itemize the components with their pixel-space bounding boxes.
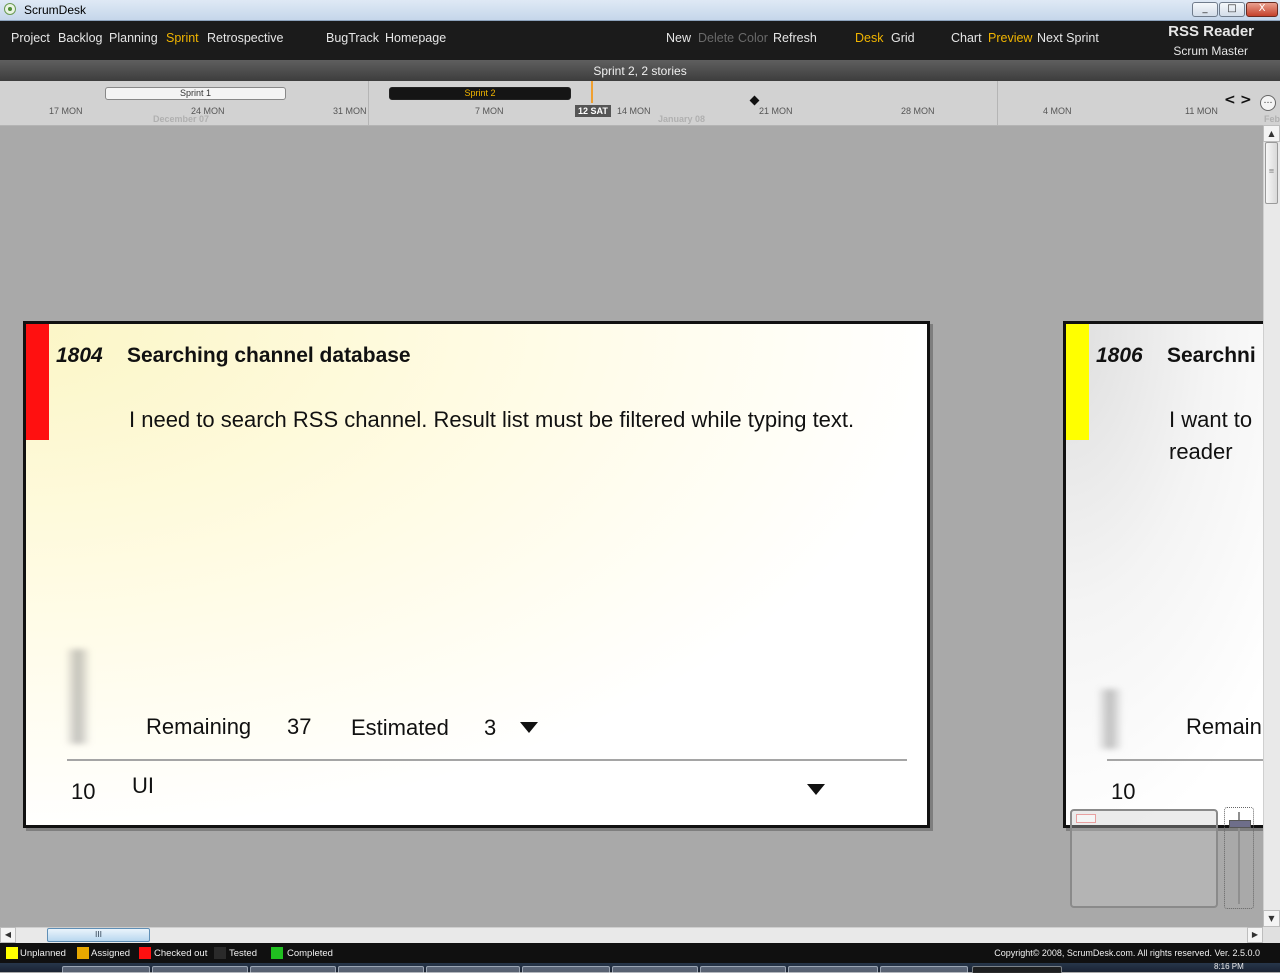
preview-button[interactable]: Preview [988,31,1032,45]
legend-checked-out-swatch [139,947,151,959]
story-title[interactable]: Searchni [1167,344,1256,368]
story-id: 1806 [1096,344,1143,367]
remaining-label: Remain [1186,714,1262,739]
owner-avatar-blurred [66,649,90,744]
sprint-timeline: Sprint 1 Sprint 2 17 MON 24 MON 31 MON 7… [0,81,1280,126]
timeline-month: Feb [1264,114,1280,124]
estimated-label: Estimated [351,715,449,740]
timeline-date: 4 MON [1043,106,1072,116]
legend-unplanned-swatch [6,947,18,959]
timeline-month-separator [368,81,369,125]
minimap-viewport[interactable] [1076,814,1096,823]
maximize-button[interactable]: □ [1219,2,1245,17]
sprint-1-bar[interactable]: Sprint 1 [105,87,286,100]
copyright-text: Copyright© 2008, ScrumDesk.com. All righ… [994,948,1260,958]
timeline-next-button[interactable]: > [1240,92,1252,108]
delete-button[interactable]: Delete [698,31,734,45]
timeline-month: January 08 [658,114,706,124]
legend-tested-swatch [214,947,226,959]
menu-planning[interactable]: Planning [109,31,158,45]
user-role: Scrum Master [1173,44,1248,58]
theme-dropdown-icon[interactable] [807,784,825,795]
legend-assigned-label: Assigned [91,948,131,959]
timeline-date: 28 MON [901,106,935,116]
vertical-scrollbar[interactable] [1263,125,1280,927]
today-marker [591,81,593,103]
story-card[interactable]: 1806 Searchni I want to reader Remain 10 [1063,321,1280,828]
story-card[interactable]: 1804 Searching channel database I need t… [23,321,930,828]
theme-value[interactable]: UI [132,773,154,799]
card-status-stripe [1066,324,1089,440]
chart-button[interactable]: Chart [951,31,982,45]
timeline-date: 11 MON [1185,106,1218,116]
estimate-dropdown-icon[interactable] [520,722,538,733]
scroll-left-arrow-icon[interactable]: ◀ [0,927,16,943]
legend-checked-out-label: Checked out [154,948,208,959]
sprint-info-bar: Sprint 2, 2 stories [0,60,1280,81]
menu-backlog[interactable]: Backlog [58,31,102,45]
timeline-month: December 07 [153,114,210,124]
scrollbar-corner [1263,927,1280,943]
remaining-value[interactable]: 37 [287,714,311,740]
window-title-bar: ScrumDesk _ □ X [0,0,1280,21]
timeline-options-button[interactable]: … [1260,95,1276,111]
today-date-badge: 12 SAT [575,105,611,117]
story-id: 1804 [56,344,103,367]
timeline-date: 17 MON [49,106,83,116]
story-title[interactable]: Searching channel database [127,344,411,368]
importance-value[interactable]: 10 [1111,779,1135,805]
timeline-date: 14 MON [617,106,651,116]
estimated-value[interactable]: 3 [484,715,496,741]
legend-completed-label: Completed [287,948,333,959]
timeline-month-separator [997,81,998,125]
legend-assigned-swatch [77,947,89,959]
refresh-button[interactable]: Refresh [773,31,817,45]
sprint-summary: Sprint 2, 2 stories [593,64,687,78]
menu-project[interactable]: Project [11,31,50,45]
milestone-diamond-icon [749,95,760,106]
legend-unplanned-label: Unplanned [20,948,66,959]
zoom-slider-thumb[interactable] [1229,820,1251,828]
menu-bugtrack[interactable]: BugTrack [326,31,379,45]
desk-navigator-minimap[interactable] [1070,809,1218,908]
sprint-2-bar[interactable]: Sprint 2 [389,87,571,100]
menu-retrospective[interactable]: Retrospective [207,31,283,45]
tray-clock: 8:16 PM [1214,962,1244,971]
card-divider [67,759,907,761]
timeline-date: 31 MON [333,106,367,116]
close-button[interactable]: X [1246,2,1278,17]
timeline-prev-button[interactable]: < [1224,92,1236,108]
window-title: ScrumDesk [24,3,87,17]
minimize-button[interactable]: _ [1192,2,1218,17]
scroll-up-arrow-icon[interactable]: ▲ [1263,125,1280,142]
legend-completed-swatch [271,947,283,959]
legend-tested-label: Tested [229,948,257,959]
horizontal-scrollbar[interactable] [0,927,1263,943]
menu-homepage[interactable]: Homepage [385,31,446,45]
next-sprint-button[interactable]: Next Sprint [1037,31,1099,45]
main-menu-bar: Project Backlog Planning Sprint Retrospe… [0,21,1280,60]
desk-view-button[interactable]: Desk [855,31,883,45]
timeline-date: 7 MON [475,106,504,116]
timeline-date: 21 MON [759,106,793,116]
grid-view-button[interactable]: Grid [891,31,915,45]
card-status-stripe [26,324,49,440]
color-button[interactable]: Color [738,31,768,45]
project-name: RSS Reader [1168,23,1254,40]
scroll-down-arrow-icon[interactable]: ▼ [1263,910,1280,927]
menu-sprint[interactable]: Sprint [166,31,199,45]
remaining-label: Remaining [146,714,252,739]
horizontal-scroll-thumb[interactable]: III [47,928,150,942]
vertical-scroll-thumb[interactable]: ≡ [1265,142,1278,204]
status-legend-bar: Unplanned Assigned Checked out Tested Co… [0,943,1280,963]
card-divider [1107,759,1280,761]
importance-value[interactable]: 10 [71,779,95,805]
owner-avatar-blurred [1098,689,1122,749]
new-button[interactable]: New [666,31,691,45]
scrumdesk-app-icon [4,3,16,15]
scroll-right-arrow-icon[interactable]: ▶ [1247,927,1263,943]
story-description[interactable]: I need to search RSS channel. Result lis… [129,404,889,436]
